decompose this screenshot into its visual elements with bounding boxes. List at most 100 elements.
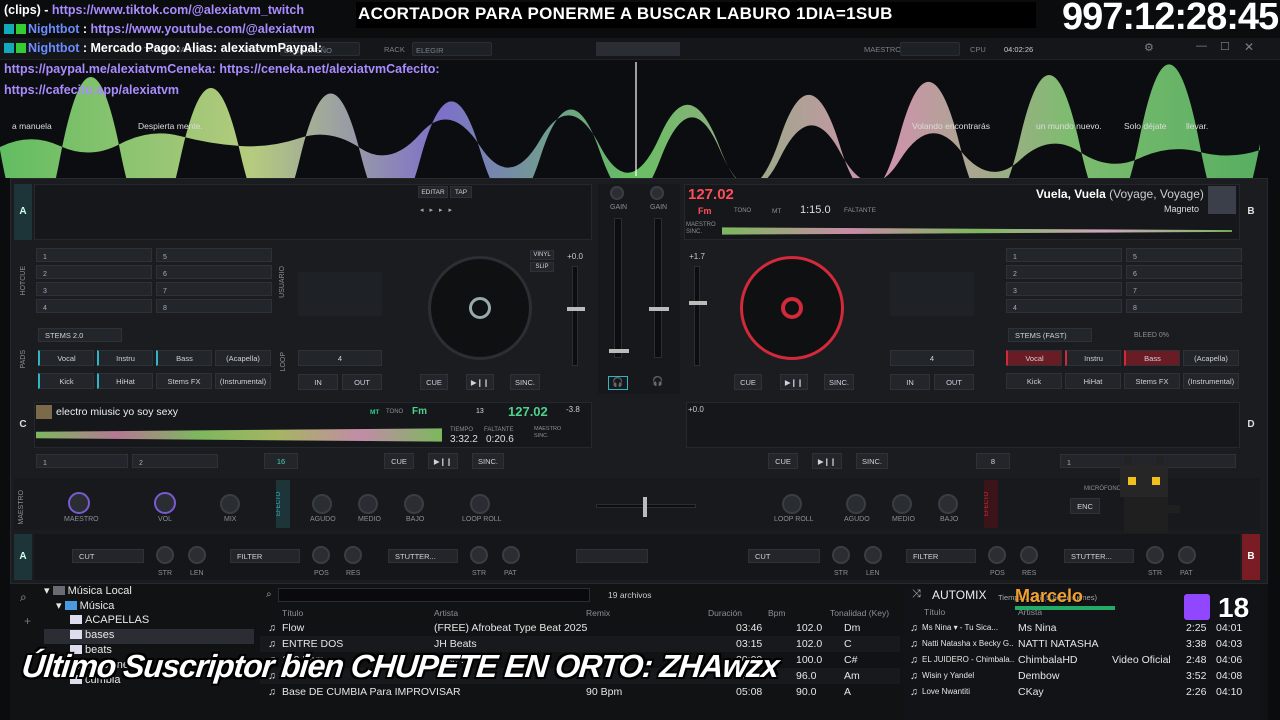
fx-b2-res-knob[interactable]: [1020, 546, 1038, 564]
fx-b2-dropdown[interactable]: FILTER: [906, 549, 976, 563]
fader-a-handle[interactable]: [609, 349, 629, 353]
loop-in-button[interactable]: IN: [298, 374, 338, 390]
deck-b-pitch-slider[interactable]: [689, 266, 707, 366]
headphone-a-icon[interactable]: 🎧: [608, 376, 628, 390]
deck-b-master-sync[interactable]: MAESTRO SINC.: [686, 222, 720, 236]
chat-line-2-nick[interactable]: Nightbot: [28, 22, 79, 36]
fx-a2-dropdown[interactable]: FILTER: [230, 549, 300, 563]
deck-b-cue-button[interactable]: CUE: [734, 374, 762, 390]
col-duration[interactable]: Duración: [708, 608, 742, 618]
fx-a3-str-knob[interactable]: [470, 546, 488, 564]
auto-col-title[interactable]: Título: [924, 607, 945, 617]
stem-fx[interactable]: Stems FX: [156, 373, 212, 389]
deck-a-play-button[interactable]: ▶❙❙: [466, 374, 494, 390]
search-input[interactable]: [278, 588, 590, 602]
b-hotcue-8[interactable]: 8: [1126, 299, 1242, 313]
maximize-icon[interactable]: ☐: [1220, 40, 1230, 53]
volume-a-fader[interactable]: [609, 218, 629, 358]
col-artist[interactable]: Artista: [434, 608, 458, 618]
pitch-handle[interactable]: [567, 307, 585, 311]
hotcue-side[interactable]: HOTCUE: [20, 266, 27, 296]
fx-b3-dropdown[interactable]: STUTTER...: [1064, 549, 1134, 563]
stem-bass[interactable]: Bass: [156, 350, 212, 366]
bajo-b-knob[interactable]: [938, 494, 958, 514]
b-loop-in-button[interactable]: IN: [890, 374, 930, 390]
enc-button[interactable]: ENC: [1070, 498, 1100, 514]
vol-knob[interactable]: [154, 492, 176, 514]
b-stem-hihat[interactable]: HiHat: [1065, 373, 1121, 389]
filter-b-label[interactable]: B: [1242, 534, 1260, 580]
deck-a-user-pads[interactable]: [298, 272, 382, 316]
volume-b-fader[interactable]: [649, 218, 669, 358]
b-stem-vocal[interactable]: Vocal: [1006, 350, 1062, 366]
deck-d-play-button[interactable]: ▶❙❙: [812, 453, 842, 469]
bleed-label[interactable]: BLEED 0%: [1134, 332, 1169, 339]
b-stem-kick[interactable]: Kick: [1006, 373, 1062, 389]
stems-mode-dropdown[interactable]: STEMS 2.0: [38, 328, 122, 342]
table-row[interactable]: ♫ Base DE CUMBIA Para IMPROVISAR 90 Bpm 05:…: [260, 684, 900, 700]
user-side[interactable]: USUARIO: [279, 266, 286, 298]
fx-a2-pos-knob[interactable]: [312, 546, 330, 564]
deck-c-cue-button[interactable]: CUE: [384, 453, 414, 469]
deck-a-sync-button[interactable]: SINC.: [510, 374, 540, 390]
add-icon[interactable]: +: [24, 614, 31, 628]
loop-out-button[interactable]: OUT: [342, 374, 382, 390]
fx-a3-pat-knob[interactable]: [502, 546, 520, 564]
chat-line-1-link[interactable]: https://www.tiktok.com/@alexiatvm_twitch: [52, 3, 304, 17]
gain-a-knob[interactable]: [610, 186, 624, 200]
deck-c-pad-1[interactable]: 1: [36, 454, 128, 468]
close-icon[interactable]: ✕: [1244, 40, 1254, 54]
hotcue-2[interactable]: 2: [36, 265, 152, 279]
deck-c-mt[interactable]: MT: [370, 409, 379, 416]
deck-a-vinyl-button[interactable]: VINYL: [530, 250, 554, 260]
tree-local-music[interactable]: ▾ Música Local: [44, 584, 254, 599]
automix-icon[interactable]: ⤨: [912, 588, 921, 601]
hotcue-7[interactable]: 7: [156, 282, 272, 296]
deck-c-master-sync[interactable]: MAESTRO SINC.: [534, 426, 561, 440]
tree-acapellas[interactable]: ACAPELLAS: [44, 614, 254, 629]
deck-c-key[interactable]: Fm: [412, 406, 427, 417]
fx-b1-dropdown[interactable]: CUT: [748, 549, 820, 563]
gain-b-knob[interactable]: [650, 186, 664, 200]
loop-side[interactable]: LOOP: [280, 352, 287, 371]
deck-a-pitch-slider[interactable]: [567, 266, 585, 366]
master-volume[interactable]: [900, 42, 960, 56]
deck-a-slip-button[interactable]: SLIP: [530, 262, 554, 272]
deck-a-label[interactable]: A: [14, 184, 32, 240]
transport-mini-icons[interactable]: ◂▸▸▸: [420, 206, 458, 214]
filter-a-label[interactable]: A: [14, 534, 32, 580]
b-stems-mode-dropdown[interactable]: STEMS (FAST): [1008, 328, 1092, 342]
deck-a-waveform[interactable]: [34, 184, 592, 240]
fx-a2-res-knob[interactable]: [344, 546, 362, 564]
table-row[interactable]: ♫ Flow (FREE) Afrobeat Type Beat 2025 03:46…: [260, 620, 900, 636]
agudo-a-knob[interactable]: [312, 494, 332, 514]
loop-roll-b-knob[interactable]: [782, 494, 802, 514]
deck-a-cue-button[interactable]: CUE: [420, 374, 448, 390]
loop-roll-a-knob[interactable]: [470, 494, 490, 514]
fx-a1-str-knob[interactable]: [156, 546, 174, 564]
deck-d-loop[interactable]: 8: [976, 453, 1010, 469]
stem-instrumental[interactable]: (Instrumental): [215, 373, 271, 389]
b-stem-fx[interactable]: Stems FX: [1124, 373, 1180, 389]
deck-b-mt[interactable]: MT: [772, 208, 781, 215]
b-loop-size[interactable]: 4: [890, 350, 974, 366]
deck-b-jogwheel[interactable]: [740, 256, 844, 360]
chat-line-2-link[interactable]: https://www.youtube.com/@alexiatvm: [90, 22, 314, 36]
minimize-icon[interactable]: —: [1196, 40, 1207, 52]
deck-d-panel[interactable]: [686, 402, 1240, 448]
col-title[interactable]: Título: [282, 608, 303, 618]
b-loop-out-button[interactable]: OUT: [934, 374, 974, 390]
deck-b-sync-button[interactable]: SINC.: [824, 374, 854, 390]
fx-b-efecto[interactable]: EFECTO: [984, 480, 998, 528]
edit-button[interactable]: EDITAR: [418, 186, 448, 198]
b-stem-instru[interactable]: Instru: [1065, 350, 1121, 366]
fx-master-dropdown[interactable]: [576, 549, 648, 563]
medio-b-knob[interactable]: [892, 494, 912, 514]
fx-a1-dropdown[interactable]: CUT: [72, 549, 144, 563]
fx-b2-pos-knob[interactable]: [988, 546, 1006, 564]
hotcue-8[interactable]: 8: [156, 299, 272, 313]
b-hotcue-4[interactable]: 4: [1006, 299, 1122, 313]
stem-kick[interactable]: Kick: [38, 373, 94, 389]
b-hotcue-6[interactable]: 6: [1126, 265, 1242, 279]
automix-row[interactable]: ♫ Natti Natasha x Becky G... NATTI NATASHA…: [906, 636, 1246, 652]
